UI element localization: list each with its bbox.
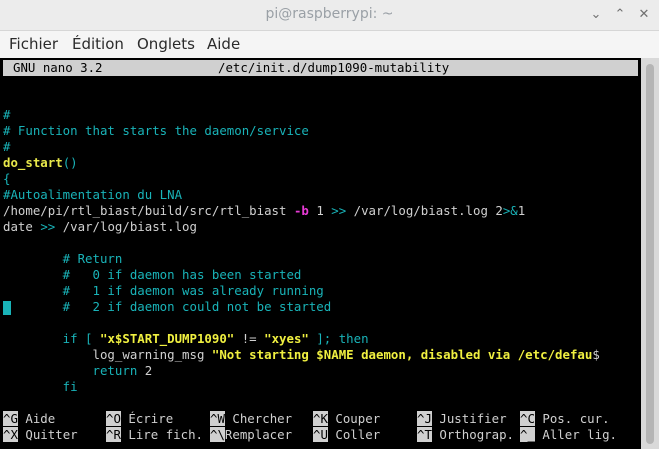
shortcut-label: Chercher xyxy=(232,411,293,426)
code-line: # 0 if daemon has been started xyxy=(3,267,302,282)
code-string: "Not starting $NAME daemon, disabled via… xyxy=(211,347,593,362)
menu-onglets[interactable]: Onglets xyxy=(137,35,195,53)
shortcut-key: ^C xyxy=(520,411,535,426)
function-parens: () xyxy=(62,155,78,170)
shortcut-label: Remplacer xyxy=(224,427,293,442)
shortcut-key: ^J xyxy=(417,411,432,426)
code-line: # Return xyxy=(3,251,123,266)
shortcut-key: ^X xyxy=(3,427,18,442)
shortcut-key: ^O xyxy=(106,411,121,426)
shortcut-key: ^G xyxy=(3,411,18,426)
shortcut-key: ^W xyxy=(210,411,225,426)
code-keyword: ]; then xyxy=(308,331,369,346)
code-line: # xyxy=(3,139,11,154)
minimize-icon[interactable]: ⌄ xyxy=(586,5,606,25)
function-name: do_start xyxy=(3,155,63,170)
code-string: "x$START_DUMP1090" xyxy=(99,331,235,346)
menu-fichier[interactable]: Fichier xyxy=(9,35,58,53)
line-overflow-marker: $ xyxy=(592,347,600,362)
menubar: Fichier Édition Onglets Aide xyxy=(0,31,659,58)
terminal-scrollbar[interactable] xyxy=(641,58,659,449)
code-line: /home/pi/rtl_biast/build/src/rtl_biast -… xyxy=(3,203,525,219)
code-option: -b xyxy=(293,203,309,218)
shortcut-key: ^R xyxy=(106,427,121,442)
code-line: # xyxy=(3,107,11,122)
shortcut-label: Écrire xyxy=(128,411,174,426)
code-redirect: >> xyxy=(40,219,56,234)
code-text: /var/log/biast.log xyxy=(55,219,197,234)
code-text: date xyxy=(3,219,41,234)
shortcut-label: Orthograp. xyxy=(439,427,514,442)
code-line: if [ "x$START_DUMP1090" != "xyes" ]; the… xyxy=(3,331,369,347)
terminal-area[interactable]: GNU nano 3.2/etc/init.d/dump1090-mutabil… xyxy=(0,58,641,449)
shortcut-label: Aller lig. xyxy=(542,427,617,442)
shortcut-label: Lire fich. xyxy=(128,427,203,442)
shortcut-write[interactable]: ^O Écrire xyxy=(106,411,173,427)
shortcut-label: Pos. cur. xyxy=(542,411,610,426)
code-line: log_warning_msg "Not starting $NAME daem… xyxy=(3,347,600,363)
shortcut-justify[interactable]: ^J Justifier xyxy=(417,411,507,427)
code-line: #Autoalimentation du LNA xyxy=(3,187,183,202)
shortcut-key: ^_ xyxy=(520,427,535,442)
code-redirect: >& xyxy=(502,203,518,218)
shortcut-key: ^T xyxy=(417,427,432,442)
shortcut-label: Couper xyxy=(335,411,381,426)
code-text: 1 xyxy=(517,203,526,218)
shortcut-label: Quitter xyxy=(25,427,78,442)
menu-edition[interactable]: Édition xyxy=(72,35,124,53)
code-text: /home/pi/rtl_biast/build/src/rtl_biast xyxy=(3,203,294,218)
menu-aide[interactable]: Aide xyxy=(207,35,240,53)
shortcut-key: ^\ xyxy=(210,427,225,442)
scrollbar-thumb[interactable] xyxy=(646,64,654,444)
code-text: != xyxy=(234,331,265,346)
shortcut-help[interactable]: ^G Aide xyxy=(3,411,55,427)
shortcut-key: ^U xyxy=(313,427,328,442)
code-text: 1 xyxy=(308,203,332,218)
shortcut-search[interactable]: ^W Chercher xyxy=(210,411,292,427)
shortcut-replace[interactable]: ^\Remplacer xyxy=(210,427,292,443)
shortcut-label: Coller xyxy=(335,427,381,442)
code-line: { xyxy=(3,171,11,186)
code-text: 2 xyxy=(137,363,153,378)
shortcut-goto-line[interactable]: ^_ Aller lig. xyxy=(520,427,617,443)
shortcut-cut[interactable]: ^K Couper xyxy=(313,411,380,427)
close-icon[interactable]: ✕ xyxy=(634,5,654,25)
shortcut-read-file[interactable]: ^R Lire fich. xyxy=(106,427,203,443)
nano-header: GNU nano 3.2/etc/init.d/dump1090-mutabil… xyxy=(3,60,638,76)
shortcut-cursor-pos[interactable]: ^C Pos. cur. xyxy=(520,411,610,427)
code-line: do_start() xyxy=(3,155,78,171)
code-keyword: return xyxy=(3,363,138,378)
code-line: fi xyxy=(3,379,78,394)
code-line: # Function that starts the daemon/servic… xyxy=(3,123,309,138)
code-keyword: if [ xyxy=(3,331,100,346)
nano-filename: /etc/init.d/dump1090-mutability xyxy=(218,60,450,75)
window-title: pi@raspberrypi: ~ xyxy=(265,6,394,22)
shortcut-label: Aide xyxy=(25,411,56,426)
code-text: log_warning_msg xyxy=(3,347,212,362)
code-string: "xyes" xyxy=(264,331,309,346)
shortcut-quit[interactable]: ^X Quitter xyxy=(3,427,78,443)
code-line: # 2 if daemon could not be started xyxy=(3,299,332,314)
shortcut-key: ^K xyxy=(313,411,328,426)
code-text: /var/log/biast.log 2 xyxy=(346,203,503,218)
shortcut-label: Justifier xyxy=(439,411,507,426)
window-titlebar[interactable]: pi@raspberrypi: ~ ⌄ ⌃ ✕ xyxy=(0,0,659,31)
nano-version: GNU nano 3.2 xyxy=(13,60,103,75)
code-line: return 2 xyxy=(3,363,153,379)
code-line: # 1 if daemon was already running xyxy=(3,283,324,298)
shortcut-paste[interactable]: ^U Coller xyxy=(313,427,380,443)
shortcut-spell[interactable]: ^T Orthograp. xyxy=(417,427,514,443)
code-redirect: >> xyxy=(331,203,347,218)
maximize-icon[interactable]: ⌃ xyxy=(610,5,630,25)
code-line: date >> /var/log/biast.log xyxy=(3,219,197,235)
